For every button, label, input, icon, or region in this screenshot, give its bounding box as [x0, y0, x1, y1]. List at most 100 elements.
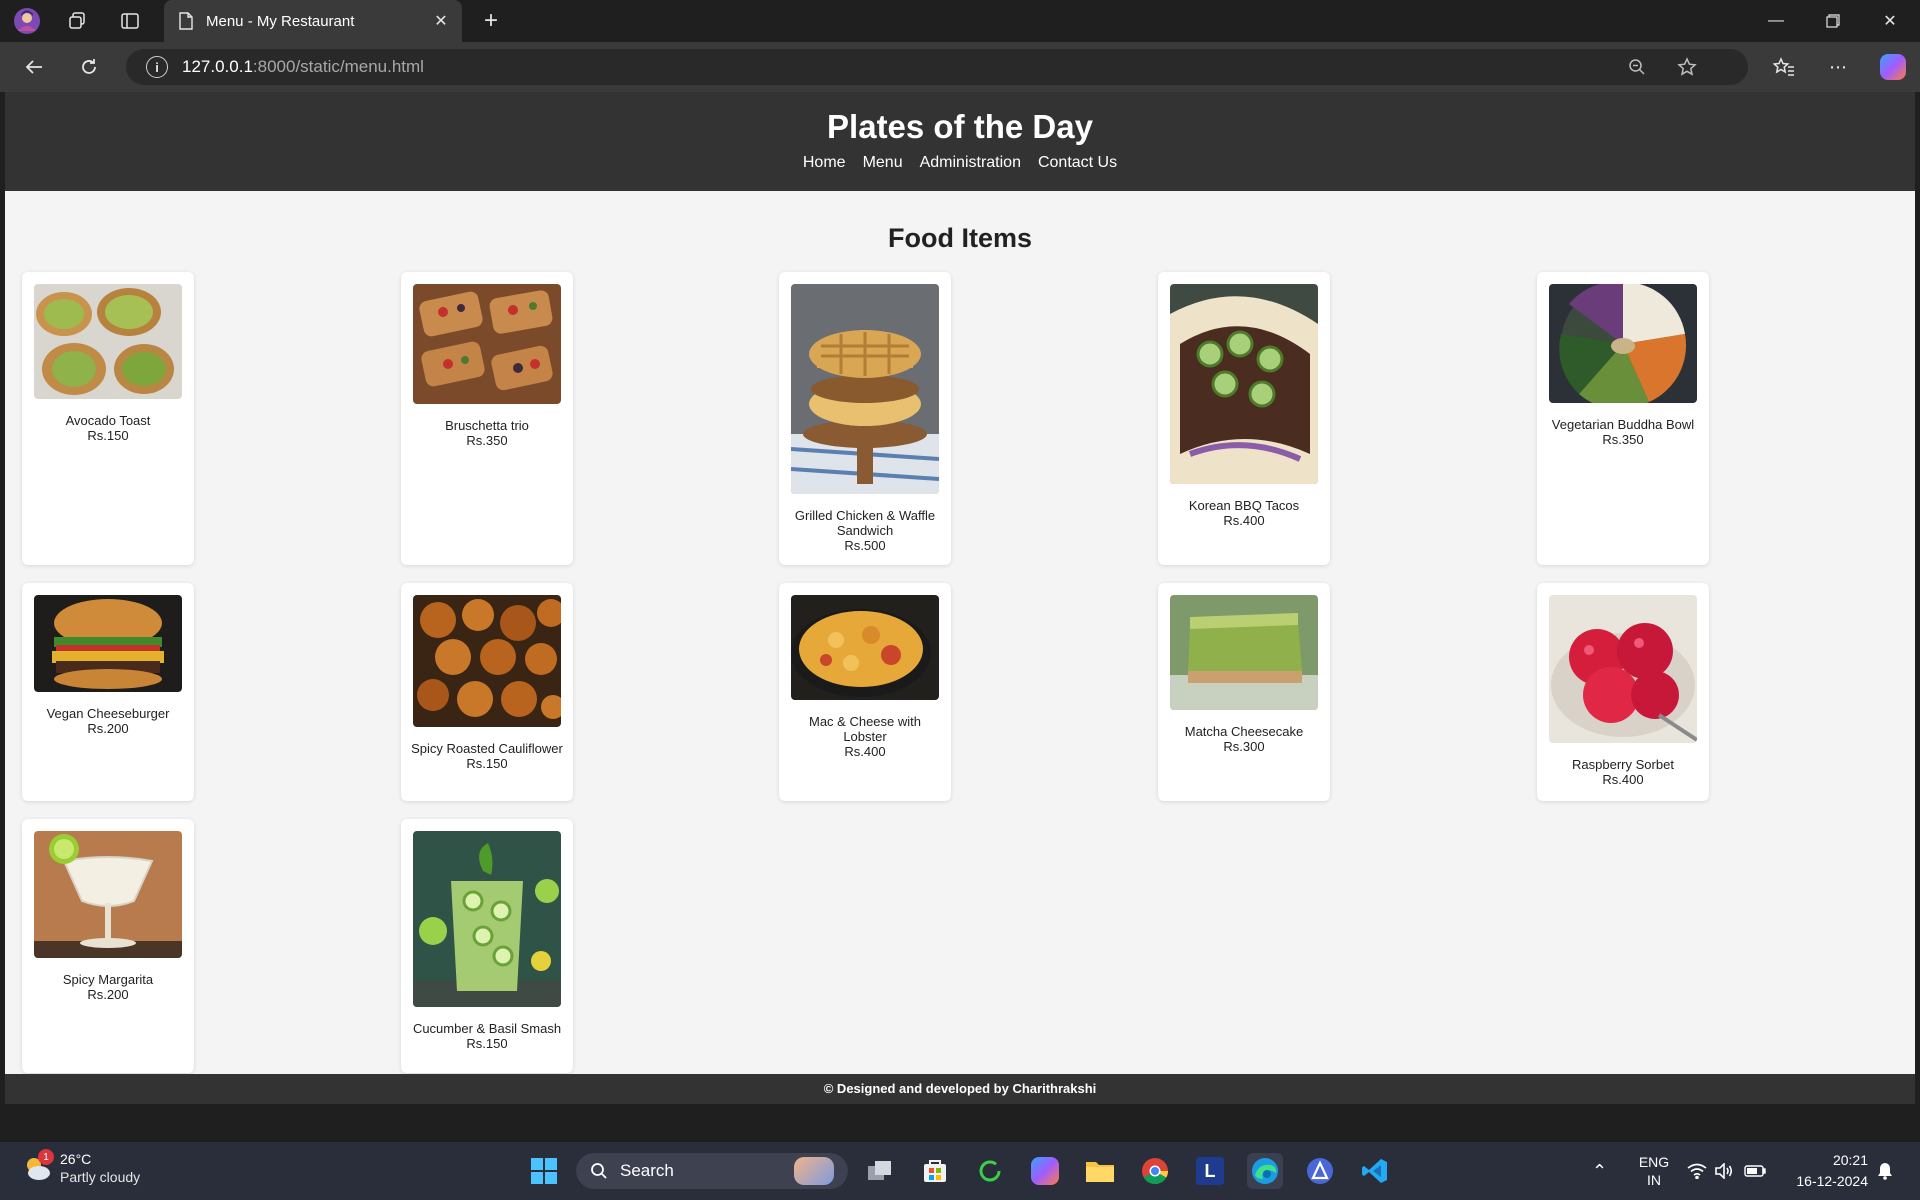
url-host: 127.0.0.1 — [182, 57, 253, 76]
taskbar: 1 26°C Partly cloudy Search L ⌃ ENG IN 2… — [0, 1142, 1920, 1200]
profile-avatar-icon[interactable] — [12, 6, 42, 36]
workspaces-icon[interactable] — [62, 6, 92, 36]
address-bar[interactable]: i 127.0.0.1:8000/static/menu.html — [126, 49, 1748, 85]
back-arrow-icon[interactable] — [18, 51, 50, 83]
food-price: Rs.500 — [844, 538, 886, 553]
site-info-icon[interactable]: i — [146, 56, 168, 78]
search-icon — [591, 1163, 607, 1179]
food-photo — [34, 831, 182, 958]
refresh-app-icon[interactable] — [972, 1153, 1008, 1189]
vertical-tabs-icon[interactable] — [115, 6, 145, 36]
notification-bell-icon[interactable] — [1876, 1142, 1894, 1200]
page-icon — [179, 12, 193, 30]
close-window-icon[interactable]: ✕ — [1872, 6, 1908, 36]
site-footer: © Designed and developed by Charithraksh… — [5, 1074, 1915, 1104]
food-card[interactable]: Mac & Cheese with Lobster Rs.400 — [779, 583, 951, 801]
food-card[interactable]: Cucumber & Basil Smash Rs.150 — [401, 819, 573, 1073]
restore-icon[interactable] — [1815, 6, 1851, 36]
search-label: Search — [620, 1161, 674, 1180]
task-view-icon[interactable] — [862, 1153, 898, 1189]
new-tab-icon[interactable]: + — [476, 6, 506, 36]
food-name: Avocado Toast — [65, 413, 151, 428]
refresh-icon[interactable] — [73, 51, 105, 83]
food-card[interactable]: Vegetarian Buddha Bowl Rs.350 — [1537, 272, 1709, 565]
food-name: Spicy Margarita — [62, 972, 154, 987]
page-viewport: Plates of the Day Home Menu Administrati… — [5, 92, 1915, 1104]
food-photo — [413, 831, 561, 1007]
language-bottom: IN — [1647, 1172, 1661, 1188]
food-card[interactable]: Raspberry Sorbet Rs.400 — [1537, 583, 1709, 801]
taskbar-search[interactable]: Search — [576, 1153, 848, 1189]
food-card[interactable]: Bruschetta trio Rs.350 — [401, 272, 573, 565]
wifi-icon[interactable] — [1687, 1142, 1707, 1200]
food-photo — [791, 595, 939, 700]
site-header: Plates of the Day Home Menu Administrati… — [5, 92, 1915, 191]
food-price: Rs.350 — [1602, 432, 1644, 447]
edge-icon[interactable] — [1247, 1153, 1283, 1189]
weather-cloud-icon: 1 — [22, 1149, 54, 1183]
more-options-icon[interactable]: ⋯ — [1822, 51, 1854, 83]
nav-menu-link[interactable]: Menu — [863, 154, 903, 172]
section-title: Food Items — [887, 223, 1032, 253]
file-explorer-icon[interactable] — [1082, 1153, 1118, 1189]
chrome-icon[interactable] — [1137, 1153, 1173, 1189]
nav-contact-link[interactable]: Contact Us — [1038, 154, 1117, 172]
food-name: Matcha Cheesecake — [1184, 724, 1304, 739]
food-photo — [1170, 284, 1318, 484]
clock[interactable]: 20:21 16-12-2024 — [1780, 1150, 1868, 1192]
food-card[interactable]: Matcha Cheesecake Rs.300 — [1158, 583, 1330, 801]
battery-icon[interactable] — [1744, 1142, 1766, 1200]
food-photo — [791, 284, 939, 494]
copilot-app-icon[interactable] — [1027, 1153, 1063, 1189]
food-card[interactable]: Avocado Toast Rs.150 — [22, 272, 194, 565]
food-name: Vegetarian Buddha Bowl — [1551, 417, 1695, 432]
tray-overflow-icon[interactable]: ⌃ — [1592, 1142, 1607, 1200]
food-card[interactable]: Korean BBQ Tacos Rs.400 — [1158, 272, 1330, 565]
food-card[interactable]: Vegan Cheeseburger Rs.200 — [22, 583, 194, 801]
food-price: Rs.350 — [466, 433, 508, 448]
store-icon[interactable] — [917, 1153, 953, 1189]
food-name: Cucumber & Basil Smash — [412, 1021, 562, 1036]
food-photo — [34, 595, 182, 692]
minimize-icon[interactable]: ― — [1758, 6, 1794, 36]
food-name: Mac & Cheese with Lobster — [809, 714, 921, 744]
food-name: Korean BBQ Tacos — [1188, 498, 1300, 513]
url-path: :8000/static/menu.html — [252, 57, 424, 76]
search-highlight-icon — [794, 1157, 834, 1185]
close-tab-icon[interactable]: ✕ — [430, 10, 452, 32]
food-name: Grilled Chicken & Waffle Sandwich — [794, 508, 936, 538]
language-indicator[interactable]: ENG IN — [1634, 1142, 1674, 1200]
browser-toolbar: i 127.0.0.1:8000/static/menu.html ⋯ — [0, 42, 1920, 92]
food-card[interactable]: Spicy Roasted Cauliflower Rs.150 — [401, 583, 573, 801]
food-price: Rs.200 — [87, 987, 129, 1002]
volume-icon[interactable] — [1714, 1142, 1734, 1200]
food-photo — [1549, 284, 1697, 403]
active-tab[interactable]: Menu - My Restaurant ✕ — [164, 0, 462, 42]
weather-condition: Partly cloudy — [60, 1169, 141, 1185]
tab-title: Menu - My Restaurant — [206, 12, 355, 30]
clock-time: 20:21 — [1832, 1152, 1868, 1168]
site-nav: Home Menu Administration Contact Us — [5, 154, 1915, 172]
start-windows-icon[interactable] — [526, 1153, 562, 1189]
weather-widget[interactable]: 1 26°C Partly cloudy — [22, 1149, 141, 1186]
food-photo — [413, 284, 561, 404]
food-photo — [1170, 595, 1318, 710]
favorite-star-icon[interactable] — [1674, 54, 1700, 80]
food-photo — [34, 284, 182, 399]
food-price: Rs.150 — [466, 1036, 508, 1051]
copilot-icon[interactable] — [1880, 54, 1906, 80]
food-price: Rs.200 — [87, 721, 129, 736]
nav-administration-link[interactable]: Administration — [920, 154, 1021, 172]
browser-tab-strip: Menu - My Restaurant ✕ + ― ✕ — [0, 0, 1920, 42]
nav-home-link[interactable]: Home — [803, 154, 846, 172]
zoom-icon[interactable] — [1624, 54, 1650, 80]
food-price: Rs.150 — [87, 428, 129, 443]
favorites-icon[interactable] — [1768, 51, 1800, 83]
food-card[interactable]: Spicy Margarita Rs.200 — [22, 819, 194, 1073]
food-card[interactable]: Grilled Chicken & Waffle Sandwich Rs.500 — [779, 272, 951, 565]
triangle-app-icon[interactable] — [1302, 1153, 1338, 1189]
l-app-icon[interactable]: L — [1192, 1153, 1228, 1189]
vscode-icon[interactable] — [1357, 1153, 1393, 1189]
food-price: Rs.400 — [844, 744, 886, 759]
food-photo — [1549, 595, 1697, 743]
